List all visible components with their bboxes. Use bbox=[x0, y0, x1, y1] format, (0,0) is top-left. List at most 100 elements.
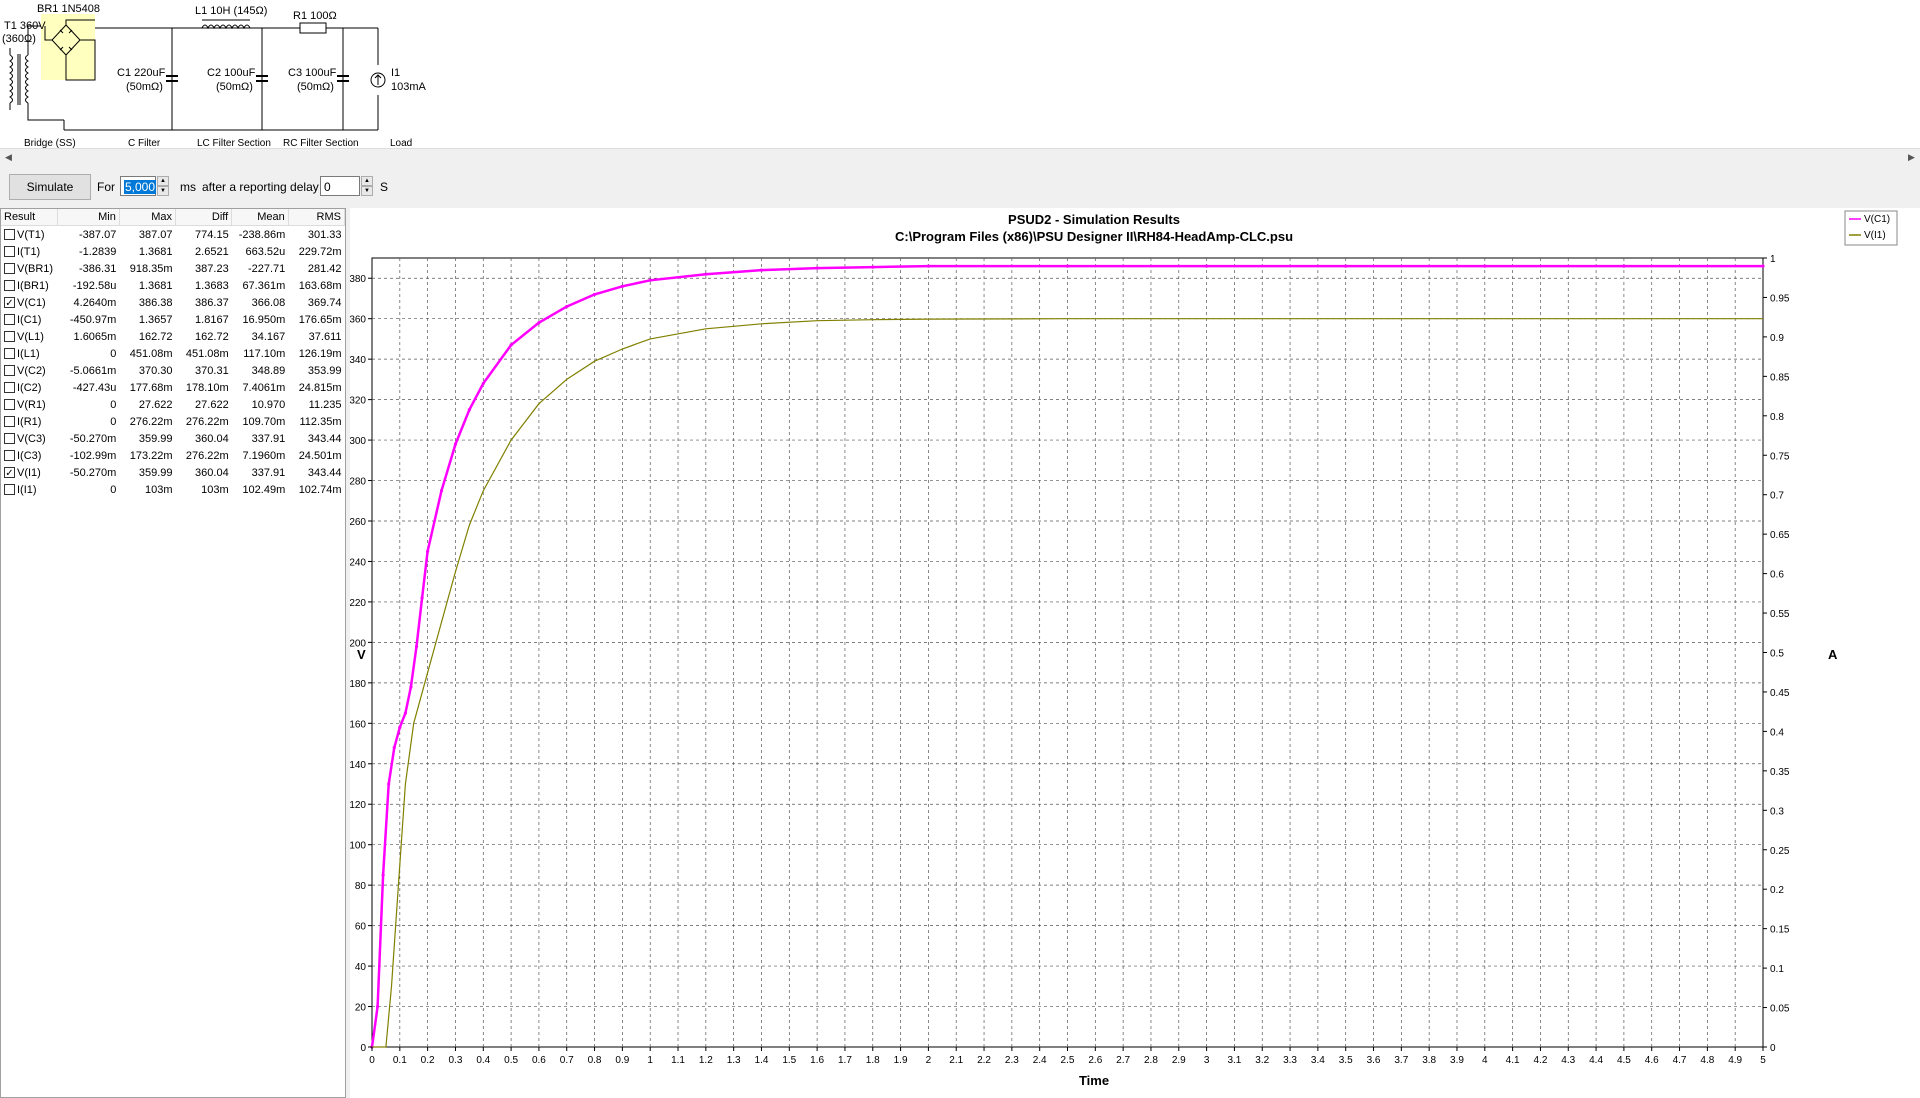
result-name-cell[interactable]: V(L1) bbox=[1, 328, 57, 345]
y2-tick-label: 0.55 bbox=[1770, 609, 1790, 620]
col-result[interactable]: Result bbox=[1, 209, 58, 226]
result-checkbox[interactable] bbox=[4, 229, 15, 241]
result-min-cell: -386.31 bbox=[79, 262, 117, 275]
x-tick-label: 2.7 bbox=[1116, 1055, 1130, 1066]
table-row[interactable]: V(R1) 0 27.622 27.622 10.970 11.235 bbox=[1, 396, 345, 413]
result-name-cell[interactable]: I(L1) bbox=[1, 345, 57, 362]
result-checkbox[interactable] bbox=[4, 416, 15, 428]
table-row[interactable]: I(C3) -102.99m 173.22m 276.22m 7.1960m 24.501… bbox=[1, 447, 345, 464]
table-row[interactable]: ✓ V(I1) -50.270m 359.99 360.04 337.91 343.44 bbox=[1, 464, 345, 481]
result-mean-cell: 34.167 bbox=[251, 330, 286, 343]
duration-spinner[interactable]: ▲ ▼ bbox=[157, 176, 169, 196]
table-row[interactable]: I(T1) -1.2839 1.3681 2.6521 663.52u 229.72m bbox=[1, 243, 345, 260]
simulate-button[interactable]: Simulate bbox=[9, 174, 91, 200]
y2-tick-label: 0.95 bbox=[1770, 293, 1790, 304]
delay-label: after a reporting delay of bbox=[202, 180, 333, 194]
schematic-scrollbar[interactable]: ◀ ▶ bbox=[0, 148, 1920, 166]
result-name-cell[interactable]: V(C3) bbox=[1, 430, 57, 447]
result-checkbox[interactable] bbox=[4, 314, 15, 326]
result-mean-cell: 348.89 bbox=[251, 364, 286, 377]
y2-tick-label: 0.75 bbox=[1770, 451, 1790, 462]
spin-down-icon[interactable]: ▼ bbox=[157, 186, 169, 196]
result-checkbox[interactable] bbox=[4, 399, 15, 411]
scroll-right-icon[interactable]: ▶ bbox=[1903, 149, 1920, 166]
result-checkbox[interactable] bbox=[4, 484, 15, 496]
result-checkbox[interactable] bbox=[4, 382, 15, 394]
result-name-cell[interactable]: ✓ V(I1) bbox=[1, 464, 57, 481]
result-name-cell[interactable]: I(R1) bbox=[1, 413, 57, 430]
result-mean-cell: 109.70m bbox=[242, 415, 286, 428]
result-checkbox[interactable] bbox=[4, 450, 15, 462]
table-row[interactable]: V(L1) 1.6065m 162.72 162.72 34.167 37.611 bbox=[1, 328, 345, 345]
table-row[interactable]: I(C2) -427.43u 177.68m 178.10m 7.4061m 24.815… bbox=[1, 379, 345, 396]
result-checkbox[interactable]: ✓ bbox=[4, 297, 15, 309]
section-rc-label: RC Filter Section bbox=[283, 138, 359, 148]
result-checkbox[interactable]: ✓ bbox=[4, 467, 15, 479]
result-checkbox[interactable] bbox=[4, 246, 15, 258]
result-name-cell[interactable]: V(BR1) bbox=[1, 260, 57, 277]
spin-up-icon[interactable]: ▲ bbox=[157, 176, 169, 186]
y2-tick-label: 0.1 bbox=[1770, 964, 1784, 975]
result-rms-cell: 24.815m bbox=[298, 381, 342, 394]
result-name-cell[interactable]: I(C1) bbox=[1, 311, 57, 328]
x-tick-label: 3.5 bbox=[1339, 1055, 1353, 1066]
result-name-cell[interactable]: V(C2) bbox=[1, 362, 57, 379]
delay-input[interactable]: 0 bbox=[320, 176, 360, 196]
table-row[interactable]: V(BR1) -386.31 918.35m 387.23 -227.71 281.42 bbox=[1, 260, 345, 277]
y2-tick-label: 0.2 bbox=[1770, 885, 1784, 896]
result-rms-cell: 11.235 bbox=[308, 398, 342, 411]
result-name-cell[interactable]: V(R1) bbox=[1, 396, 57, 413]
table-row[interactable]: I(C1) -450.97m 1.3657 1.8167 16.950m 176.65m bbox=[1, 311, 345, 328]
x-tick-label: 2.8 bbox=[1144, 1055, 1158, 1066]
result-name-cell[interactable]: I(T1) bbox=[1, 243, 57, 260]
table-row[interactable]: V(T1) -387.07 387.07 774.15 -238.86m 301.33 bbox=[1, 226, 345, 244]
result-min-cell: 1.6065m bbox=[73, 330, 117, 343]
for-label: For bbox=[97, 180, 115, 194]
result-checkbox[interactable] bbox=[4, 365, 15, 377]
col-min[interactable]: Min bbox=[57, 209, 120, 226]
result-checkbox[interactable] bbox=[4, 263, 15, 275]
result-name-cell[interactable]: I(C3) bbox=[1, 447, 57, 464]
data-point bbox=[414, 644, 419, 649]
result-diff-cell: 2.6521 bbox=[195, 245, 229, 258]
data-point bbox=[537, 321, 541, 325]
col-diff[interactable]: Diff bbox=[175, 209, 233, 226]
result-checkbox[interactable] bbox=[4, 280, 15, 292]
result-name-cell[interactable]: I(C2) bbox=[1, 379, 57, 396]
table-row[interactable]: ✓ V(C1) 4.2640m 386.38 386.37 366.08 369.74 bbox=[1, 294, 345, 311]
col-mean[interactable]: Mean bbox=[231, 209, 289, 226]
result-rms-cell: 126.19m bbox=[298, 347, 342, 360]
chart-grid bbox=[371, 257, 1764, 1048]
result-diff-cell: 774.15 bbox=[195, 228, 229, 241]
result-name-cell[interactable]: V(T1) bbox=[1, 226, 57, 244]
result-checkbox[interactable] bbox=[4, 348, 15, 360]
delay-spinner[interactable]: ▲ ▼ bbox=[361, 176, 373, 196]
x-tick-label: 4.1 bbox=[1506, 1055, 1520, 1066]
result-diff-cell: 27.622 bbox=[195, 398, 229, 411]
scroll-left-icon[interactable]: ◀ bbox=[0, 149, 17, 166]
table-row[interactable]: I(BR1) -192.58u 1.3681 1.3683 67.361m 163.68m bbox=[1, 277, 345, 294]
spin-down-icon[interactable]: ▼ bbox=[361, 186, 373, 196]
result-checkbox[interactable] bbox=[4, 331, 15, 343]
table-row[interactable]: V(C3) -50.270m 359.99 360.04 337.91 343.44 bbox=[1, 430, 345, 447]
result-max-cell: 359.99 bbox=[138, 466, 173, 479]
result-checkbox[interactable] bbox=[4, 433, 15, 445]
data-point bbox=[815, 266, 819, 270]
col-rms[interactable]: RMS bbox=[288, 209, 346, 226]
spin-up-icon[interactable]: ▲ bbox=[361, 176, 373, 186]
y-tick-label: 320 bbox=[350, 396, 366, 407]
table-row[interactable]: I(I1) 0 103m 103m 102.49m 102.74m bbox=[1, 481, 345, 498]
y2-tick-label: 0.85 bbox=[1770, 372, 1790, 383]
result-name: V(R1) bbox=[17, 398, 46, 411]
result-name-cell[interactable]: I(I1) bbox=[1, 481, 57, 498]
x-tick-label: 0 bbox=[369, 1055, 375, 1066]
x-tick-label: 2 bbox=[926, 1055, 932, 1066]
duration-input[interactable]: 5,000 bbox=[120, 176, 157, 196]
table-row[interactable]: I(L1) 0 451.08m 451.08m 117.10m 126.19m bbox=[1, 345, 345, 362]
result-name-cell[interactable]: ✓ V(C1) bbox=[1, 294, 57, 311]
result-name-cell[interactable]: I(BR1) bbox=[1, 277, 57, 294]
table-row[interactable]: V(C2) -5.0661m 370.30 370.31 348.89 353.99 bbox=[1, 362, 345, 379]
y-tick-label: 300 bbox=[350, 436, 366, 447]
table-row[interactable]: I(R1) 0 276.22m 276.22m 109.70m 112.35m bbox=[1, 413, 345, 430]
col-max[interactable]: Max bbox=[119, 209, 177, 226]
